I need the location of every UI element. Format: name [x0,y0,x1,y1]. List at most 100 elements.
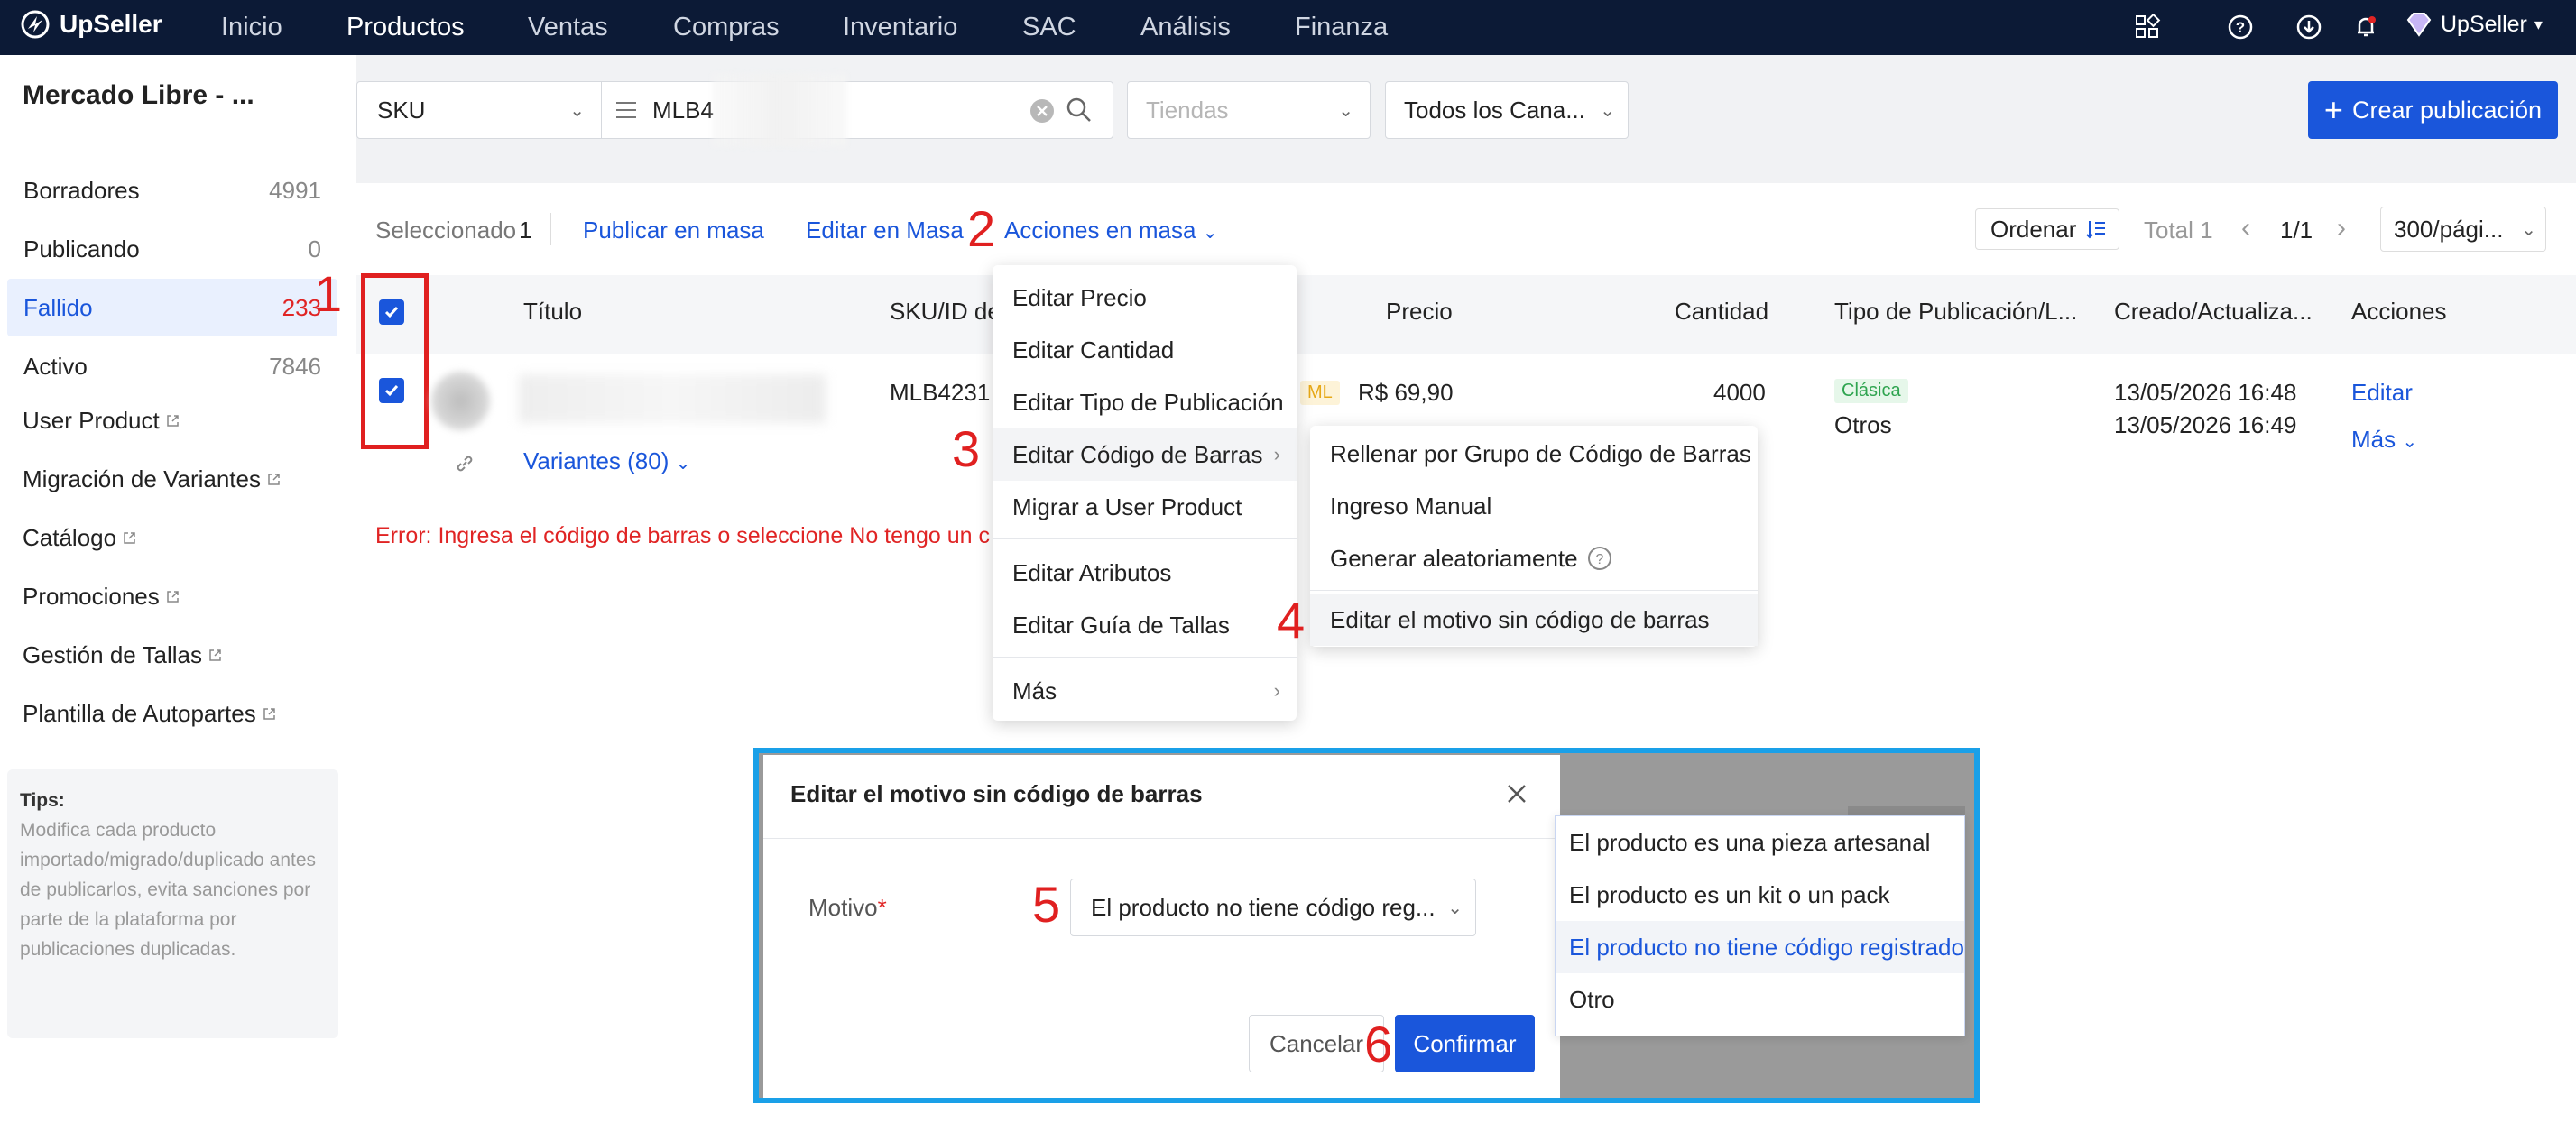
reason-option-artisanal[interactable]: El producto es una pieza artesanal [1556,816,1964,869]
sidebar-link-promociones[interactable]: Promociones [23,583,180,611]
variants-label: Variantes (80) [523,447,669,474]
page-indicator: 1/1 [2280,216,2313,244]
prev-page-icon[interactable]: ‹ [2241,213,2250,244]
sidebar-link-label: Catálogo [23,524,117,551]
nav-analisis[interactable]: Análisis [1140,9,1231,45]
store-name[interactable]: Mercado Libre - ... [23,80,254,111]
sidebar-item-count: 4991 [269,176,321,204]
submenu-item-fill-group[interactable]: Rellenar por Grupo de Código de Barras [1310,428,1758,480]
close-icon[interactable] [1505,782,1528,805]
link-icon[interactable] [454,453,475,474]
next-page-icon[interactable]: › [2337,213,2346,244]
row-price: R$ 69,90 [1358,379,1454,406]
sidebar-item-borradores[interactable]: Borradores 4991 [7,161,337,219]
menu-item-edit-quantity[interactable]: Editar Cantidad [993,324,1297,376]
edit-row-button[interactable]: Editar [2351,379,2413,407]
nav-inventario[interactable]: Inventario [843,9,957,45]
brand-logo[interactable]: UpSeller [20,9,162,40]
sidebar-link-tallas[interactable]: Gestión de Tallas [23,641,223,669]
help-icon[interactable]: ? [2227,14,2254,41]
reason-option-kit[interactable]: El producto es un kit o un pack [1556,869,1964,921]
sidebar-item-activo[interactable]: Activo 7846 [7,337,337,395]
col-price: Precio [1386,298,1453,325]
row-sku: MLB4231 [890,379,991,406]
menu-item-label: Más [1012,677,1057,704]
user-menu[interactable]: UpSeller ▾ [2405,11,2543,38]
search-input[interactable]: MLB4 [601,73,1113,147]
sidebar-link-migracion[interactable]: Migración de Variantes [23,465,282,493]
nav-compras[interactable]: Compras [673,9,780,45]
sidebar-item-fallido[interactable]: Fallido 233 [7,279,337,336]
search-icon[interactable] [1066,97,1093,124]
annotation-4: 4 [1277,592,1306,649]
user-name: UpSeller [2441,11,2527,37]
submenu-item-manual[interactable]: Ingreso Manual [1310,480,1758,532]
sidebar-link-catalogo[interactable]: Catálogo [23,524,137,552]
clear-icon[interactable] [1029,98,1055,124]
more-row-button[interactable]: Más ⌄ [2351,426,2417,454]
confirm-button[interactable]: Confirmar [1395,1015,1535,1072]
actions-mass-button[interactable]: Acciones en masa ⌄ [1004,216,1217,244]
sort-button[interactable]: Ordenar [1975,208,2119,250]
submenu-item-random[interactable]: Generar aleatoriamente ? [1310,532,1758,585]
row-type-other: Otros [1834,411,1892,438]
create-listing-button[interactable]: + Crear publicación [2308,81,2558,139]
svg-text:?: ? [1595,552,1603,567]
variants-toggle[interactable]: Variantes (80) ⌄ [523,447,690,475]
modal-title: Editar el motivo sin código de barras [790,780,1203,807]
bell-icon[interactable] [2352,14,2379,41]
chevron-down-icon: ⌄ [1600,100,1615,121]
download-icon[interactable] [2295,14,2322,41]
edit-mass-button[interactable]: Editar en Masa [806,216,964,244]
nav-productos[interactable]: Productos [346,9,465,45]
barcode-submenu: Rellenar por Grupo de Código de Barras I… [1310,426,1758,647]
menu-item-more[interactable]: Más › [993,665,1297,717]
chevron-down-icon: ⌄ [2402,432,2418,452]
channels-select[interactable]: Todos los Cana... ⌄ [1385,81,1629,139]
menu-item-edit-price[interactable]: Editar Precio [993,272,1297,324]
nav-ventas[interactable]: Ventas [528,9,608,45]
chevron-down-icon: ⌄ [675,454,691,474]
col-actions: Acciones [2351,298,2447,325]
sidebar-link-autopartes[interactable]: Plantilla de Autopartes [23,700,277,728]
reason-option-no-code[interactable]: El producto no tiene código registrado [1556,921,1964,973]
sort-icon [2086,221,2106,239]
external-link-icon [166,415,179,427]
submenu-item-edit-reason[interactable]: Editar el motivo sin código de barras [1310,594,1758,646]
list-icon [616,102,636,118]
menu-item-migrate[interactable]: Migrar a User Product [993,481,1297,533]
menu-separator [1310,590,1758,591]
product-thumbnail[interactable] [431,372,490,430]
nav-sac[interactable]: SAC [1022,9,1076,45]
diamond-icon [2406,13,2432,37]
reason-options-list: El producto es una pieza artesanal El pr… [1555,815,1965,1036]
chevron-down-icon: ⌄ [1202,223,1218,243]
tips-text: Modifica cada producto importado/migrado… [20,820,317,960]
chevron-down-icon: ▾ [2534,14,2543,33]
apps-icon[interactable] [2134,14,2161,41]
stores-select[interactable]: Tiendas ⌄ [1127,81,1371,139]
menu-item-edit-attributes[interactable]: Editar Atributos [993,547,1297,599]
svg-text:?: ? [2236,19,2245,36]
menu-item-edit-size-guide[interactable]: Editar Guía de Tallas [993,599,1297,651]
menu-item-edit-type[interactable]: Editar Tipo de Publicación [993,376,1297,428]
top-navigation: UpSeller Inicio Productos Ventas Compras… [0,0,2576,55]
nav-inicio[interactable]: Inicio [221,9,282,45]
per-page-select[interactable]: 300/pági... ⌄ [2380,207,2546,252]
external-link-icon [166,591,179,603]
sidebar-link-user-product[interactable]: User Product [23,407,180,435]
nav-finanza[interactable]: Finanza [1295,9,1388,45]
actions-menu: Editar Precio Editar Cantidad Editar Tip… [993,265,1297,721]
sidebar-link-label: Promociones [23,583,160,610]
menu-item-edit-barcode[interactable]: Editar Código de Barras › [993,428,1297,481]
help-icon[interactable]: ? [1587,546,1612,571]
sidebar-item-publicando[interactable]: Publicando 0 [7,220,337,278]
publish-mass-button[interactable]: Publicar en masa [583,216,764,244]
selected-label: Seleccionado [375,216,517,244]
search-type-select[interactable]: SKU ⌄ [356,81,602,139]
sort-label: Ordenar [1990,215,2077,243]
external-link-icon [268,474,280,485]
reason-option-other[interactable]: Otro [1556,973,1964,1026]
reason-select[interactable]: El producto no tiene código reg... ⌄ [1070,879,1476,936]
type-badge: Clásica [1834,379,1908,403]
